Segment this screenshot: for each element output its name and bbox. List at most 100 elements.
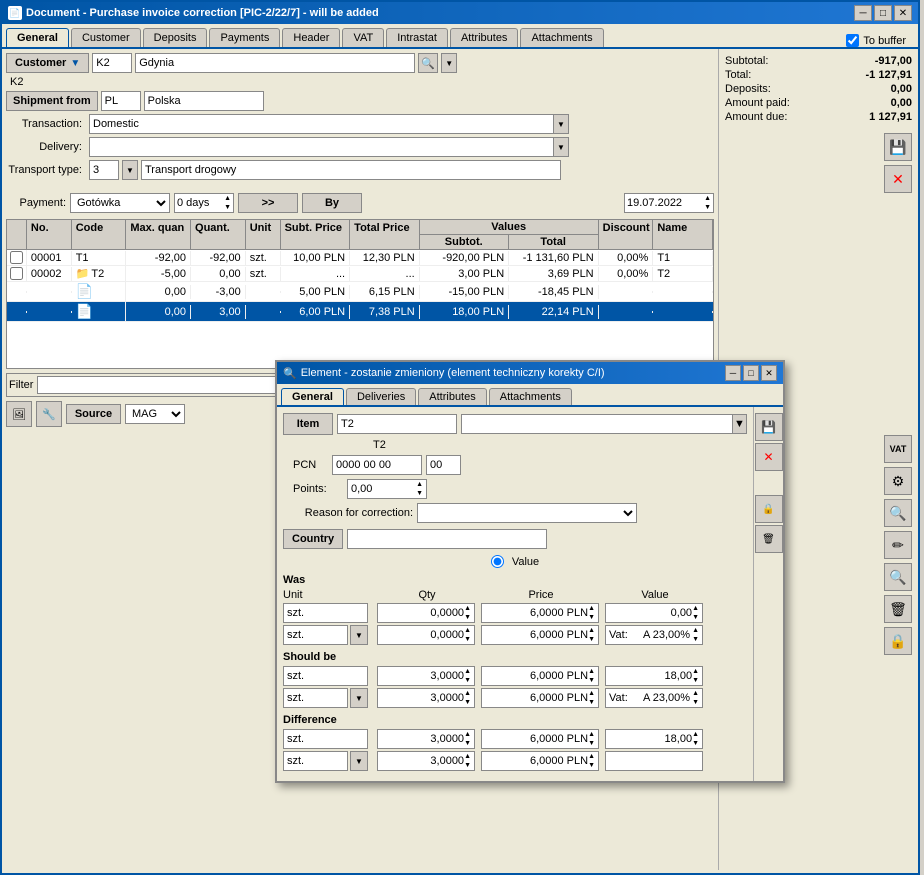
points-spin[interactable]: 0,00 ▲ ▼ xyxy=(347,479,427,499)
edit-button[interactable]: ✏ xyxy=(884,531,912,559)
row2-checkbox[interactable] xyxy=(10,267,23,280)
payment-date-spinner[interactable]: ▲ ▼ xyxy=(704,194,711,212)
value-radio[interactable] xyxy=(491,555,504,568)
customer-search-button[interactable]: 🔍 xyxy=(418,53,438,73)
close-button[interactable]: ✕ xyxy=(894,5,912,21)
tab-payments[interactable]: Payments xyxy=(209,28,280,47)
was-row2-unit[interactable] xyxy=(283,625,348,645)
diff-price-spin[interactable]: ▲▼ xyxy=(588,730,595,748)
was-qty-spin[interactable]: ▲▼ xyxy=(464,604,471,622)
maximize-button[interactable]: □ xyxy=(874,5,892,21)
shipment-from-button[interactable]: Shipment from xyxy=(6,91,98,111)
payment-method-select[interactable]: Gotówka xyxy=(70,193,170,213)
customer-extra-dropdown[interactable]: ▼ xyxy=(441,53,457,73)
dialog-lock-button[interactable]: 🔒 xyxy=(755,495,783,523)
customer-city-input[interactable] xyxy=(135,53,415,73)
country-label-button[interactable]: Country xyxy=(283,529,343,549)
diff-row1-unit[interactable] xyxy=(283,729,368,749)
sb-value-spin[interactable]: ▲▼ xyxy=(692,667,699,685)
dialog-trash-button[interactable]: 🗑 xyxy=(755,525,783,553)
dialog-maximize[interactable]: □ xyxy=(743,365,759,381)
tab-deposits[interactable]: Deposits xyxy=(143,28,208,47)
table-row[interactable]: 00002 📁T2 -5,00 0,00 szt. ... ... 3,00 P… xyxy=(7,266,713,282)
dialog-tab-deliveries[interactable]: Deliveries xyxy=(346,388,416,405)
to-buffer-checkbox[interactable] xyxy=(846,34,859,47)
source-icon-button2[interactable]: 🔧 xyxy=(36,401,62,427)
transport-dropdown[interactable]: ▼ xyxy=(122,160,138,180)
country-input[interactable] xyxy=(347,529,547,549)
tab-vat[interactable]: VAT xyxy=(342,28,384,47)
dialog-cancel-button[interactable]: ✕ xyxy=(755,443,783,471)
sb-vat-spin[interactable]: ▲▼ xyxy=(692,689,699,707)
dialog-save-button[interactable]: 💾 xyxy=(755,413,783,441)
payment-days-spinner[interactable]: ▲ ▼ xyxy=(224,194,231,212)
source-icon-button[interactable]: 🖼 xyxy=(6,401,32,427)
settings-button[interactable]: ⚙ xyxy=(884,467,912,495)
dialog-tab-attributes[interactable]: Attributes xyxy=(418,388,486,405)
transport-description[interactable] xyxy=(141,160,561,180)
payment-forward-button[interactable]: >> xyxy=(238,193,298,213)
transport-number[interactable] xyxy=(89,160,119,180)
item-input[interactable] xyxy=(337,414,457,434)
was-qty2-spin[interactable]: ▲▼ xyxy=(464,626,471,644)
was-unit-dropdown[interactable]: ▼ xyxy=(350,625,368,645)
filter2-button[interactable]: 🔍 xyxy=(884,563,912,591)
item-label-button[interactable]: Item xyxy=(283,413,333,435)
sb-qty-spin[interactable]: ▲▼ xyxy=(464,667,471,685)
diff-row2-unit[interactable] xyxy=(283,751,348,771)
dialog-tab-general[interactable]: General xyxy=(281,388,344,405)
row1-checkbox[interactable] xyxy=(10,251,23,264)
diff-value-spin[interactable]: ▲▼ xyxy=(692,730,699,748)
diff-qty2-spin[interactable]: ▲▼ xyxy=(464,752,471,770)
sb-row2-unit[interactable] xyxy=(283,688,348,708)
sb-price2-spin[interactable]: ▲▼ xyxy=(588,689,595,707)
item-textarea-scrollbar[interactable]: ▼ xyxy=(732,415,746,433)
was-value-spin[interactable]: ▲▼ xyxy=(692,604,699,622)
tab-attributes[interactable]: Attributes xyxy=(450,28,518,47)
dialog-tab-attachments[interactable]: Attachments xyxy=(489,388,572,405)
pcn-input2[interactable] xyxy=(426,455,461,475)
source-select[interactable]: MAG xyxy=(125,404,185,424)
was-price-spin[interactable]: ▲▼ xyxy=(588,604,595,622)
tab-header[interactable]: Header xyxy=(282,28,340,47)
dialog-minimize[interactable]: ─ xyxy=(725,365,741,381)
customer-input[interactable] xyxy=(92,53,132,73)
vat-button[interactable]: VAT xyxy=(884,435,912,463)
minimize-button[interactable]: ─ xyxy=(854,5,872,21)
delete-row-button[interactable]: 🗑 xyxy=(884,595,912,623)
table-row[interactable]: 📄 0,00 -3,00 5,00 PLN 6,15 PLN -15,00 PL… xyxy=(7,282,713,302)
delivery-input[interactable] xyxy=(89,137,569,157)
zoom-button[interactable]: 🔍 xyxy=(884,499,912,527)
lock-button[interactable]: 🔒 xyxy=(884,627,912,655)
sb-price-spin[interactable]: ▲▼ xyxy=(588,667,595,685)
payment-by-button[interactable]: By xyxy=(302,193,362,213)
shipment-country-name[interactable] xyxy=(144,91,264,111)
table-row-selected[interactable]: 📄 0,00 3,00 6,00 PLN 7,38 PLN 18,00 PLN … xyxy=(7,302,713,322)
sb-unit-dropdown[interactable]: ▼ xyxy=(350,688,368,708)
shipment-country-code[interactable] xyxy=(101,91,141,111)
delete-document-button[interactable]: ✕ xyxy=(884,165,912,193)
tab-attachments[interactable]: Attachments xyxy=(520,28,603,47)
diff-unit-dropdown[interactable]: ▼ xyxy=(350,751,368,771)
points-arrows[interactable]: ▲ ▼ xyxy=(416,480,423,498)
diff-price2-spin[interactable]: ▲▼ xyxy=(588,752,595,770)
tab-intrastat[interactable]: Intrastat xyxy=(386,28,448,47)
delivery-dropdown-arrow[interactable]: ▼ xyxy=(553,137,569,157)
customer-button[interactable]: Customer ▼ xyxy=(6,53,89,73)
source-button[interactable]: Source xyxy=(66,404,121,424)
sb-row1-unit[interactable] xyxy=(283,666,368,686)
tab-customer[interactable]: Customer xyxy=(71,28,141,47)
sb-qty2-spin[interactable]: ▲▼ xyxy=(464,689,471,707)
save-document-button[interactable]: 💾 xyxy=(884,133,912,161)
tab-general[interactable]: General xyxy=(6,28,69,47)
table-row[interactable]: 00001 T1 -92,00 -92,00 szt. 10,00 PLN 12… xyxy=(7,250,713,266)
was-vat-spin[interactable]: ▲▼ xyxy=(692,626,699,644)
dialog-close[interactable]: ✕ xyxy=(761,365,777,381)
transaction-input[interactable] xyxy=(89,114,569,134)
reason-select[interactable] xyxy=(417,503,637,523)
was-row1-unit[interactable] xyxy=(283,603,368,623)
transaction-dropdown-arrow[interactable]: ▼ xyxy=(553,114,569,134)
was-price2-spin[interactable]: ▲▼ xyxy=(588,626,595,644)
diff-qty-spin[interactable]: ▲▼ xyxy=(464,730,471,748)
pcn-input1[interactable] xyxy=(332,455,422,475)
